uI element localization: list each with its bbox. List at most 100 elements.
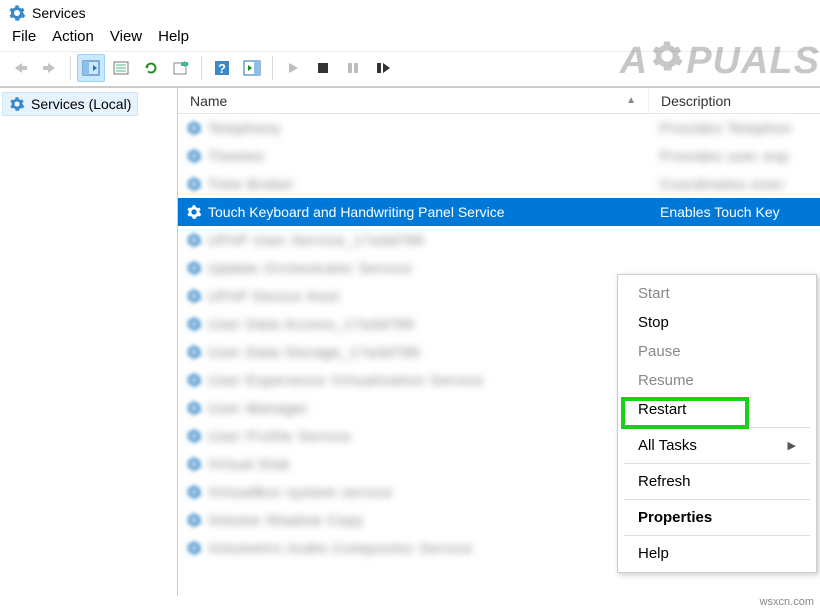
service-name-text: UPnP User Service_17a3d789 [208, 232, 424, 248]
service-name-cell: User Experience Virtualization Service [178, 372, 648, 388]
start-service-button[interactable] [279, 54, 307, 82]
service-name-cell: Volumetric Audio Compositor Service [178, 540, 648, 556]
tree-pane: Services (Local) [0, 88, 178, 596]
service-name-cell: Update Orchestrator Service [178, 260, 648, 276]
title-bar: Services [0, 0, 820, 24]
ctx-refresh[interactable]: Refresh [618, 467, 816, 496]
gear-icon [186, 456, 202, 472]
ctx-separator [624, 463, 810, 464]
service-name-cell: Themes [178, 148, 648, 164]
gear-icon [186, 288, 202, 304]
context-menu: Start Stop Pause Resume Restart All Task… [617, 274, 817, 573]
service-row[interactable]: Time Broker Coordinates exec [178, 170, 820, 198]
ctx-separator [624, 499, 810, 500]
help-button[interactable]: ? [208, 54, 236, 82]
gear-icon [186, 120, 202, 136]
gear-icon [9, 96, 25, 112]
nav-back-button[interactable] [6, 54, 34, 82]
gear-icon [186, 484, 202, 500]
service-desc-cell: Coordinates exec [648, 176, 820, 192]
service-name-text: User Experience Virtualization Service [208, 372, 484, 388]
service-desc-text: Provides Telephon [660, 120, 792, 136]
tree-root-item[interactable]: Services (Local) [2, 92, 138, 116]
service-name-text: Time Broker [208, 176, 295, 192]
service-desc-cell: Provides Telephon [648, 120, 820, 136]
ctx-start[interactable]: Start [618, 279, 816, 308]
gear-icon [186, 428, 202, 444]
refresh-button[interactable] [137, 54, 165, 82]
pause-service-button[interactable] [339, 54, 367, 82]
ctx-resume[interactable]: Resume [618, 366, 816, 395]
action-pane-button[interactable] [238, 54, 266, 82]
service-name-cell: Virtual Disk [178, 456, 648, 472]
gear-icon [186, 316, 202, 332]
ctx-restart[interactable]: Restart [618, 395, 816, 424]
service-row[interactable]: Touch Keyboard and Handwriting Panel Ser… [178, 198, 820, 226]
service-row[interactable]: Themes Provides user exp [178, 142, 820, 170]
service-name-cell: Telephony [178, 120, 648, 136]
nav-forward-button[interactable] [36, 54, 64, 82]
show-hide-tree-button[interactable] [77, 54, 105, 82]
service-row[interactable]: Telephony Provides Telephon [178, 114, 820, 142]
service-desc-cell: Enables Touch Key [648, 204, 820, 220]
ctx-properties[interactable]: Properties [618, 503, 816, 532]
gear-icon [186, 512, 202, 528]
restart-service-button[interactable] [369, 54, 397, 82]
gear-icon [186, 148, 202, 164]
service-desc-text: Coordinates exec [660, 176, 785, 192]
ctx-separator [624, 535, 810, 536]
export-button[interactable] [167, 54, 195, 82]
service-desc-text: Enables Touch Key [660, 204, 780, 220]
service-name-cell: Volume Shadow Copy [178, 512, 648, 528]
service-name-cell: UPnP User Service_17a3d789 [178, 232, 648, 248]
gear-icon [186, 232, 202, 248]
service-name-text: User Manager [208, 400, 309, 416]
ctx-stop[interactable]: Stop [618, 308, 816, 337]
watermark-a: A [620, 40, 648, 83]
gear-icon [186, 204, 202, 220]
ctx-separator [624, 427, 810, 428]
service-desc-cell [648, 232, 820, 248]
ctx-help[interactable]: Help [618, 539, 816, 568]
service-row[interactable]: UPnP User Service_17a3d789 [178, 226, 820, 254]
column-header-description[interactable]: Description [649, 89, 820, 113]
properties-button[interactable] [107, 54, 135, 82]
column-header-name[interactable]: Name ▲ [178, 89, 648, 113]
chevron-right-icon: ▶ [788, 439, 796, 452]
service-name-text: Volume Shadow Copy [208, 512, 364, 528]
menu-action[interactable]: Action [52, 28, 94, 45]
column-name-label: Name [190, 93, 227, 109]
service-name-text: VirtualBox system service [208, 484, 393, 500]
service-name-text: Themes [208, 148, 265, 164]
svg-text:?: ? [218, 61, 226, 76]
services-icon [8, 4, 26, 22]
service-name-cell: UPnP Device Host [178, 288, 648, 304]
ctx-pause[interactable]: Pause [618, 337, 816, 366]
service-name-text: UPnP Device Host [208, 288, 340, 304]
menu-view[interactable]: View [110, 28, 142, 45]
watermark-puals: PUALS [686, 40, 820, 83]
service-name-cell: User Profile Service [178, 428, 648, 444]
service-name-text: Touch Keyboard and Handwriting Panel Ser… [208, 204, 505, 220]
service-name-cell: User Data Storage_17a3d789 [178, 344, 648, 360]
menu-file[interactable]: File [12, 28, 36, 45]
ctx-all-tasks[interactable]: All Tasks▶ [618, 431, 816, 460]
service-name-cell: VirtualBox system service [178, 484, 648, 500]
service-name-text: User Data Storage_17a3d789 [208, 344, 420, 360]
service-name-text: User Data Access_17a3d789 [208, 316, 414, 332]
credit-text: wsxcn.com [760, 596, 814, 608]
service-name-text: Volumetric Audio Compositor Service [208, 540, 473, 556]
gear-icon [186, 372, 202, 388]
service-desc-cell: Provides user exp [648, 148, 820, 164]
tree-root-label: Services (Local) [31, 96, 131, 112]
stop-service-button[interactable] [309, 54, 337, 82]
gear-icon [186, 400, 202, 416]
service-name-text: User Profile Service [208, 428, 352, 444]
service-desc-text: Provides user exp [660, 148, 789, 164]
menu-help[interactable]: Help [158, 28, 189, 45]
gear-icon [650, 39, 684, 83]
gear-icon [186, 540, 202, 556]
gear-icon [186, 176, 202, 192]
gear-icon [186, 260, 202, 276]
toolbar-separator [272, 56, 273, 80]
